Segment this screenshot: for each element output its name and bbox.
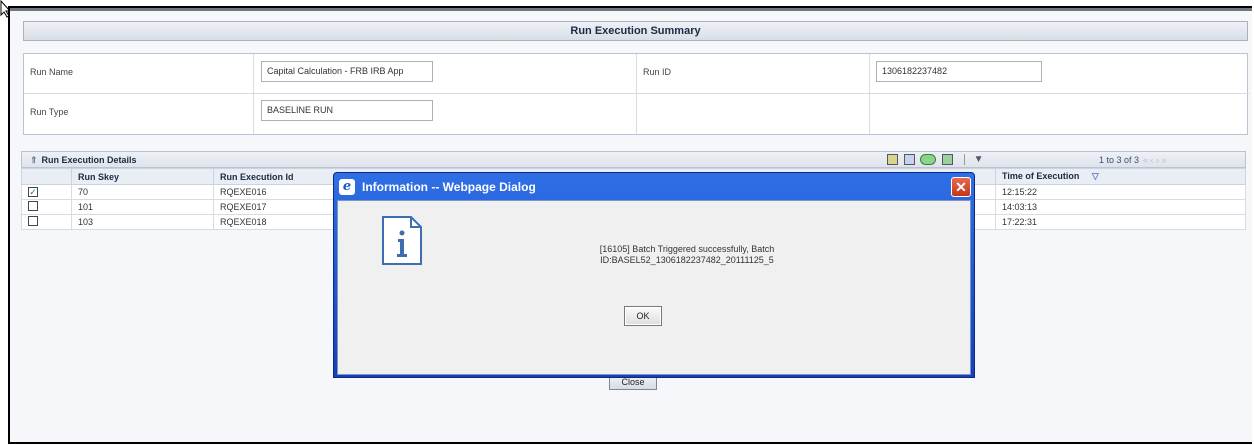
run-id-cell: 1306182237482 (870, 54, 1249, 94)
pager-nav-icon[interactable]: « ‹ › » (1143, 155, 1167, 165)
row-checkbox-cell: ✓ (21, 184, 72, 200)
message-line-1: [16105] Batch Triggered successfully, Ba… (599, 244, 775, 254)
time-header-text: Time of Execution (1002, 171, 1080, 181)
sort-icon[interactable]: ▽ (1092, 171, 1099, 181)
export-icon[interactable] (903, 154, 915, 166)
dialog-body: [16105] Batch Triggered successfully, Ba… (337, 200, 971, 375)
summary-header: Run Execution Summary (23, 21, 1248, 41)
chart-icon[interactable] (887, 154, 898, 166)
time-cell: 14:03:13 (995, 199, 1246, 215)
run-skey-cell: 103 (71, 214, 214, 230)
information-dialog: e Information -- Webpage Dialog ✕ [16105… (333, 172, 975, 378)
row-checkbox-cell (21, 214, 72, 230)
dialog-title: Information -- Webpage Dialog (362, 180, 536, 194)
ie-icon: e (339, 179, 355, 195)
row-checkbox[interactable] (28, 216, 38, 226)
dialog-close-button[interactable]: ✕ (951, 177, 971, 197)
settings-icon[interactable] (920, 154, 937, 166)
message-line-2: ID:BASEL52_1306182237482_20111125_5 (600, 255, 774, 265)
grid-toolbar: ▼ (887, 154, 983, 167)
run-skey-cell: 101 (71, 199, 214, 215)
run-type-field[interactable]: BASELINE RUN (261, 100, 433, 121)
empty-cell (870, 94, 1249, 134)
info-icon (382, 216, 422, 265)
run-summary-panel: Run Name Capital Calculation - FRB IRB A… (23, 53, 1249, 135)
details-title-text: Run Execution Details (41, 155, 137, 165)
time-cell: 17:22:31 (995, 214, 1246, 230)
filter-icon[interactable]: ▼ (974, 154, 984, 165)
run-name-cell: Capital Calculation - FRB IRB App (254, 54, 637, 94)
run-skey-cell: 70 (71, 184, 214, 200)
toolbar-divider (964, 154, 966, 166)
dialog-message: [16105] Batch Triggered successfully, Ba… (562, 244, 812, 266)
run-name-label: Run Name (24, 54, 254, 94)
run-type-label: Run Type (24, 94, 254, 134)
dialog-title-bar[interactable]: e Information -- Webpage Dialog ✕ (338, 174, 971, 200)
row-checkbox-cell (21, 199, 72, 215)
details-header: ⇑ Run Execution Details ▼ 1 to 3 of 3 « ‹ … (21, 151, 1246, 168)
ok-button[interactable]: OK (624, 306, 662, 326)
run-type-cell: BASELINE RUN (254, 94, 637, 134)
collapse-icon[interactable]: ⇑ (30, 155, 38, 165)
details-title[interactable]: ⇑ Run Execution Details (30, 155, 137, 166)
run-name-field[interactable]: Capital Calculation - FRB IRB App (261, 61, 433, 82)
pager-text: 1 to 3 of 3 (1099, 155, 1140, 165)
row-checkbox[interactable] (28, 201, 38, 211)
run-id-field[interactable]: 1306182237482 (876, 61, 1042, 82)
select-column-header (21, 168, 72, 185)
refresh-icon[interactable] (941, 154, 953, 166)
top-bar (10, 8, 1252, 11)
column-header-run-skey[interactable]: Run Skey (71, 168, 214, 185)
row-checkbox[interactable]: ✓ (28, 187, 38, 197)
time-cell: 12:15:22 (995, 184, 1246, 200)
summary-title: Run Execution Summary (570, 25, 701, 37)
run-id-label: Run ID (637, 54, 870, 94)
empty-cell (637, 94, 870, 134)
pager: 1 to 3 of 3 « ‹ › » (1099, 155, 1167, 165)
column-header-time-of-execution[interactable]: Time of Execution ▽ (995, 168, 1246, 185)
